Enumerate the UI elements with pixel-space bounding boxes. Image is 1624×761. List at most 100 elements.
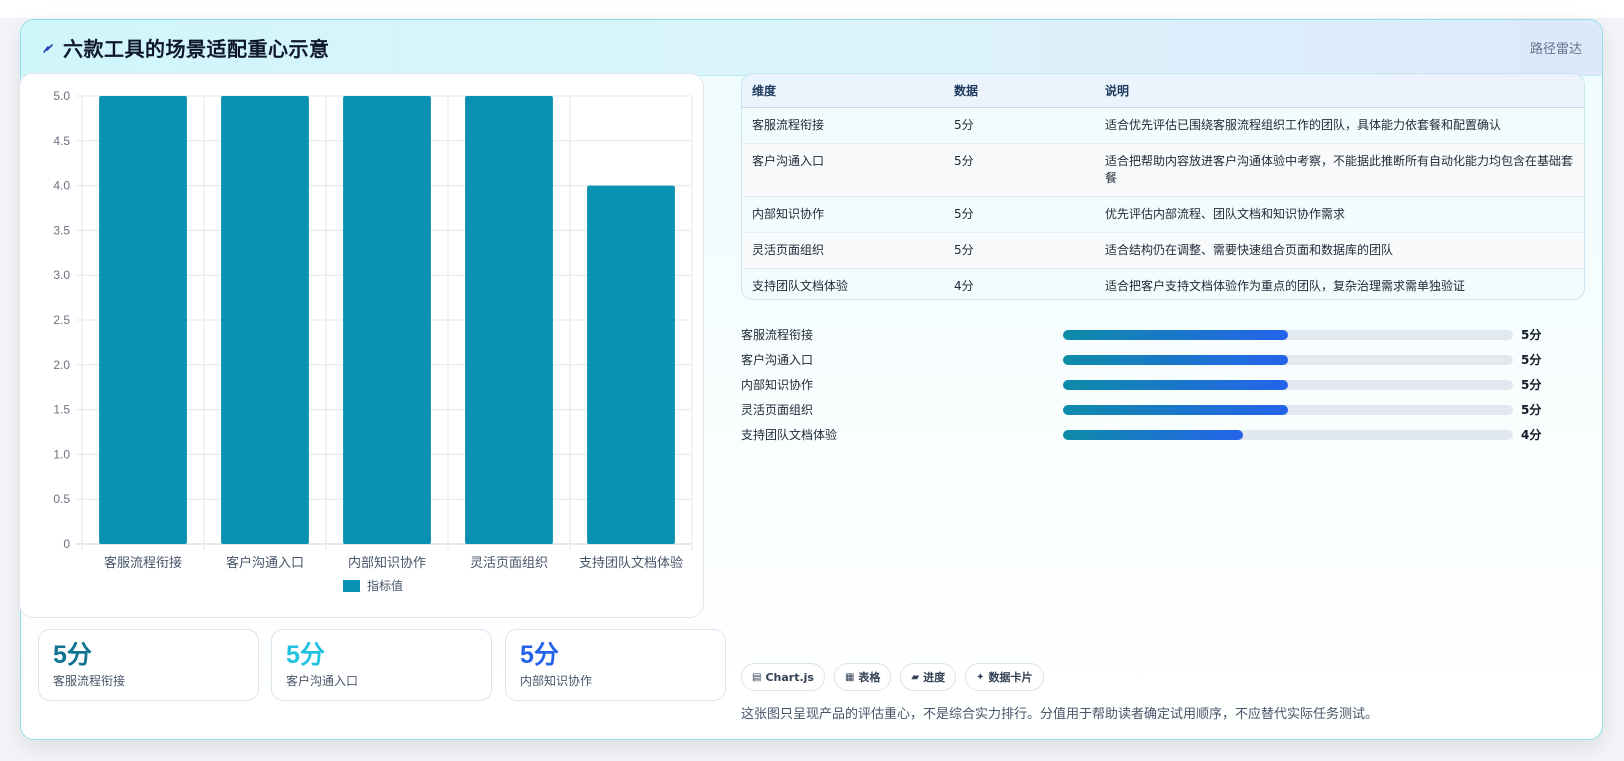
y-tick-label: 2.5 [53,313,70,327]
stat-label: 内部知识协作 [520,674,593,688]
table-row: 支持团队文档体验 4分 适合把客户支持文档体验作为重点的团队，复杂治理需求需单独… [742,268,1584,299]
progress-label: 支持团队文档体验 [741,428,838,442]
table-cell: 支持团队文档体验 [752,278,849,293]
table-header-cell: 数据 [944,74,1095,108]
progress-row: 灵活页面组织 5分 [741,397,1561,422]
table-cell: 优先评估内部流程、团队文档和知识协作需求 [1095,196,1584,233]
stat-value: 5分 [520,641,559,669]
table-cell: 适合把客户支持文档体验作为重点的团队，复杂治理需求需单独验证 [1105,278,1466,293]
progress-track [1063,330,1513,340]
progress-row: 客户沟通入口 5分 [741,347,1561,372]
progress-row: 客服流程衔接 5分 [741,322,1561,347]
progress-fill [1063,405,1288,415]
table-cell: 5分 [944,232,1095,269]
feature-tag-label: 数据卡片 [988,671,1033,684]
stat-card: 5分 客户沟通入口 [271,629,492,701]
data-table: 维度 数据 说明 客服流程衔接 5分 适合优先评估已围绕客服流程组织工作的团队，… [742,74,1584,299]
progress-value: 5分 [1521,328,1542,342]
footnote: 这张图只呈现产品的评估重心，不是综合实力排行。分值用于帮助读者确定试用顺序，不应… [741,707,1379,722]
x-tick-label: 客服流程衔接 [104,555,182,571]
table-row: 客户沟通入口 5分 适合把帮助内容放进客户沟通体验中考察，不能据此推断所有自动化… [742,143,1584,197]
progress-list: 客服流程衔接 5分 客户沟通入口 5分 内部知识协作 5分 灵活页面组织 5分 支持团队文档体验… [741,322,1561,447]
feature-tag: ▦ 表格 [833,663,892,691]
legend-label: 指标值 [367,578,403,593]
table-cell: 内部知识协作 [742,196,944,233]
table-cell: 客服流程衔接 [742,107,944,144]
progress-value: 5分 [1521,403,1542,417]
table-row: 灵活页面组织 5分 适合结构仍在调整、需要快速组合页面和数据库的团队 [742,232,1584,269]
y-tick-label: 1.5 [53,403,70,417]
progress-value: 4分 [1521,428,1542,442]
progress-row: 内部知识协作 5分 [741,372,1561,397]
stat-label: 客户沟通入口 [286,674,359,688]
y-tick-label: 0.5 [53,492,70,506]
card-header: 六款工具的场景适配重心示意 路径雷达 [21,20,1602,76]
stat-value: 5分 [286,641,325,669]
table-header-cell: 说明 [1095,74,1584,108]
bar [587,185,675,544]
stat-card: 5分 内部知识协作 [505,629,726,701]
table-row: 客服流程衔接 5分 适合优先评估已围绕客服流程组织工作的团队，具体能力依套餐和配… [742,107,1584,144]
bar [465,96,553,544]
legend-swatch [343,580,360,592]
progress-track [1063,380,1513,390]
progress-label: 内部知识协作 [741,378,814,392]
progress-track [1063,405,1513,415]
progress-value: 5分 [1521,353,1542,367]
x-tick-label: 内部知识协作 [348,555,426,571]
progress-icon: ▰ [911,671,920,683]
feature-tag-label: 进度 [923,671,946,684]
progress-label: 客户沟通入口 [741,353,814,367]
y-tick-label: 3.5 [53,223,70,237]
sparkle-icon: ✦ [976,671,985,683]
x-tick-label: 客户沟通入口 [226,555,304,571]
feature-tag: ✦ 数据卡片 [965,663,1044,691]
table-header-row: 维度 数据 说明 [742,74,1584,108]
table-cell: 适合把帮助内容放进客户沟通体验中考察，不能据此推断所有自动化能力均包含在基础套餐 [1095,143,1584,197]
y-tick-label: 5.0 [53,89,70,103]
y-tick-label: 0 [63,537,70,551]
table-cell: 适合结构仍在调整、需要快速组合页面和数据库的团队 [1095,232,1584,269]
y-tick-label: 1.0 [53,447,70,461]
stat-value: 5分 [53,641,92,669]
feature-tags: ▤ Chart.js ▦ 表格 ▰ 进度 ✦ 数据卡片 [741,663,1044,691]
table-cell: 4分 [954,278,974,293]
bar-chart: 0 0.5 1.0 1.5 2.0 2.5 3.0 3.5 4.0 4.5 5.0 客服流程衔接 客户沟… [53,89,693,593]
header-right-label: 路径雷达 [1529,42,1582,57]
progress-fill [1063,380,1288,390]
feature-tag-label: Chart.js [765,670,814,684]
chart-icon: ▤ [752,671,762,683]
data-table-card: 维度 数据 说明 客服流程衔接 5分 适合优先评估已围绕客服流程组织工作的团队，… [741,73,1585,300]
bar [343,96,431,544]
bar [99,96,187,544]
stat-card: 5分 客服流程衔接 [38,629,259,701]
title-wrap: 六款工具的场景适配重心示意 [41,33,330,62]
feature-tag: ▤ Chart.js [741,663,825,691]
table-cell: 5分 [944,196,1095,233]
bar-chart-card: 0 0.5 1.0 1.5 2.0 2.5 3.0 3.5 4.0 4.5 5.0 客服流程衔接 客户沟… [19,73,704,618]
progress-label: 灵活页面组织 [741,403,814,417]
stat-label: 客服流程衔接 [53,674,126,688]
progress-label: 客服流程衔接 [741,328,814,342]
feature-tag: ▰ 进度 [900,663,957,691]
bolt-icon [43,43,53,53]
page-title: 六款工具的场景适配重心示意 [63,37,330,61]
progress-value: 5分 [1521,378,1542,392]
page-top-strip [0,0,1624,18]
table-header-cell: 维度 [742,74,944,108]
progress-track [1063,430,1513,440]
bar [221,96,309,544]
y-tick-label: 4.0 [53,179,70,193]
feature-tag-label: 表格 [858,671,881,684]
progress-fill [1063,430,1243,440]
progress-row: 支持团队文档体验 4分 [741,422,1561,447]
x-tick-label: 支持团队文档体验 [579,555,683,571]
table-cell: 客户沟通入口 [742,143,944,197]
table-cell: 适合优先评估已围绕客服流程组织工作的团队，具体能力依套餐和配置确认 [1095,107,1584,144]
table-icon: ▦ [844,671,855,683]
progress-fill [1063,355,1288,365]
table-cell: 灵活页面组织 [742,232,944,269]
y-tick-label: 4.5 [53,134,70,148]
table-row: 内部知识协作 5分 优先评估内部流程、团队文档和知识协作需求 [742,196,1584,233]
table-cell: 5分 [944,143,1095,197]
